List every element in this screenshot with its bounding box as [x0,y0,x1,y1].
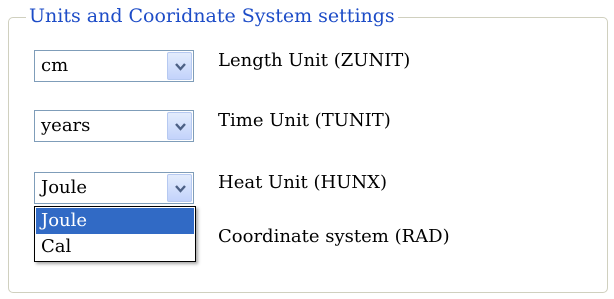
chevron-down-icon [175,185,186,193]
time-unit-dropdown-button[interactable] [167,112,192,140]
heat-unit-dropdown-list: Joule Cal [34,206,196,262]
heat-unit-value: Joule [41,177,88,198]
heat-unit-label: Heat Unit (HUNX) [218,172,387,193]
coordinate-system-label: Coordinate system (RAD) [218,226,450,247]
length-unit-label: Length Unit (ZUNIT) [218,50,411,71]
length-unit-dropdown-button[interactable] [167,52,192,80]
chevron-down-icon [175,63,186,71]
dropdown-option-joule[interactable]: Joule [36,208,194,234]
groupbox-title: Units and Cooridnate System settings [26,3,398,29]
heat-unit-select[interactable]: Joule [34,172,194,204]
time-unit-value: years [41,115,91,136]
time-unit-label: Time Unit (TUNIT) [218,110,391,131]
dropdown-option-cal[interactable]: Cal [36,234,194,260]
chevron-down-icon [175,123,186,131]
units-settings-panel: Units and Cooridnate System settings cm … [0,0,614,299]
length-unit-value: cm [41,55,69,76]
heat-unit-dropdown-button[interactable] [167,174,192,202]
length-unit-select[interactable]: cm [34,50,194,82]
time-unit-select[interactable]: years [34,110,194,142]
